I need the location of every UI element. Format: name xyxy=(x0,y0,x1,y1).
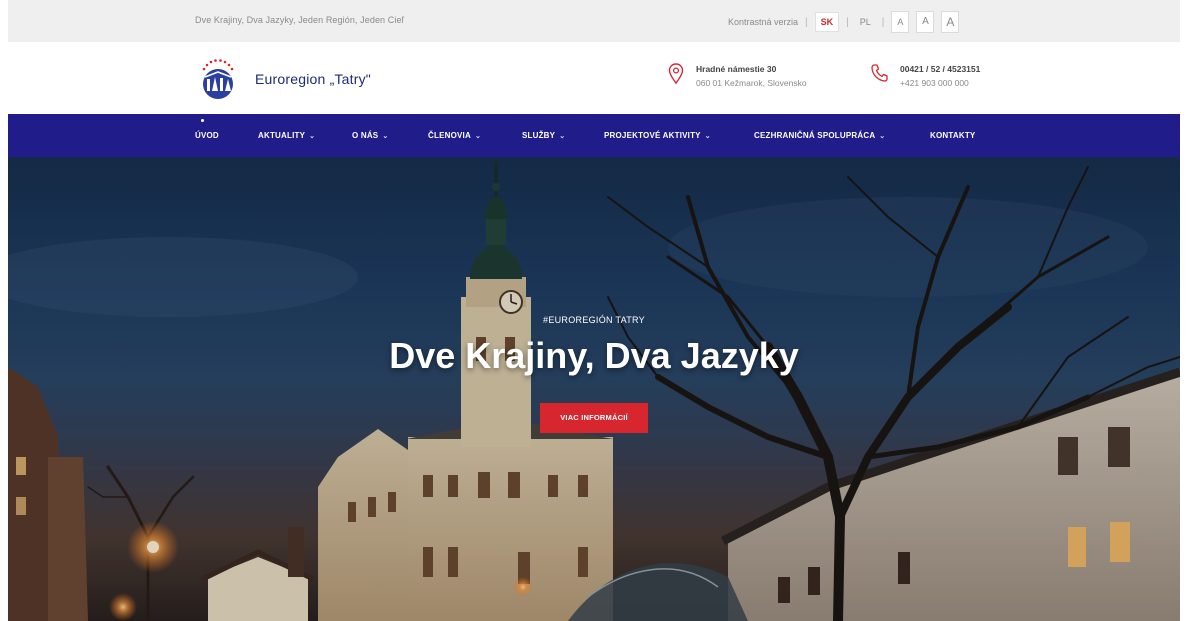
nav-item-uvod[interactable]: ÚVOD xyxy=(195,114,219,157)
nav-item-label: ÚVOD xyxy=(195,131,219,140)
nav-item-label: ČLENOVIA xyxy=(428,131,471,140)
nav-item-label: KONTAKTY xyxy=(930,131,976,140)
site-header: Euroregion „Tatry" Hradné námestie 30 06… xyxy=(8,42,1180,114)
nav-item-clenovia[interactable]: ČLENOVIA ⌄ xyxy=(428,114,481,157)
language-pl-link[interactable]: PL xyxy=(856,13,875,31)
contrast-version-link[interactable]: Kontrastná verzia xyxy=(728,17,798,27)
font-size-large-button[interactable]: A xyxy=(941,11,960,33)
hero-background-photo xyxy=(8,157,1180,621)
nav-item-label: CEZHRANIČNÁ SPOLUPRÁCA xyxy=(754,131,876,140)
font-size-medium-button[interactable]: A xyxy=(916,11,935,33)
nav-item-label: O NÁS xyxy=(352,131,379,140)
phone-secondary[interactable]: +421 903 000 000 xyxy=(900,76,980,90)
phone-block: 00421 / 52 / 4523151 +421 903 000 000 xyxy=(870,62,980,90)
nav-item-projektove-aktivity[interactable]: PROJEKTOVÉ AKTIVITY ⌄ xyxy=(604,114,711,157)
nav-item-label: SLUŽBY xyxy=(522,131,556,140)
chevron-down-icon: ⌄ xyxy=(704,133,711,140)
phone-primary[interactable]: 00421 / 52 / 4523151 xyxy=(900,62,980,76)
nav-item-o-nas[interactable]: O NÁS ⌄ xyxy=(352,114,388,157)
hero-title: Dve Krajiny, Dva Jazyky xyxy=(389,335,799,376)
hero-slider: #EUROREGIÓN TATRY Dve Krajiny, Dva Jazyk… xyxy=(8,157,1180,621)
language-sk-link[interactable]: SK xyxy=(814,12,840,32)
more-info-button[interactable]: VIAC INFORMÁCIÍ xyxy=(540,403,648,433)
chevron-down-icon: ⌄ xyxy=(559,133,566,140)
accessibility-toolbar: Kontrastná verzia | SK | PL | A A A xyxy=(728,10,960,34)
brand-name[interactable]: Euroregion „Tatry" xyxy=(255,71,371,87)
nav-item-label: PROJEKTOVÉ AKTIVITY xyxy=(604,131,701,140)
hero-kicker: #EUROREGIÓN TATRY xyxy=(543,315,645,325)
address-street: Hradné námestie 30 xyxy=(696,64,777,74)
nav-item-label: AKTUALITY xyxy=(258,131,306,140)
map-pin-icon xyxy=(668,63,684,85)
font-size-small-button[interactable]: A xyxy=(891,11,910,33)
separator: | xyxy=(805,16,808,28)
euroregion-tatry-logo[interactable] xyxy=(195,55,241,101)
chevron-down-icon: ⌄ xyxy=(382,133,389,140)
address-city: 060 01 Kežmarok, Slovensko xyxy=(696,78,807,88)
site-tagline: Dve Krajiny, Dva Jazyky, Jeden Región, J… xyxy=(195,15,405,25)
top-utility-bar: Dve Krajiny, Dva Jazyky, Jeden Región, J… xyxy=(8,0,1180,42)
nav-item-cezhranicna-spolupraca[interactable]: CEZHRANIČNÁ SPOLUPRÁCA ⌄ xyxy=(754,114,885,157)
chevron-down-icon: ⌄ xyxy=(309,133,316,140)
chevron-down-icon: ⌄ xyxy=(474,133,482,140)
nav-item-sluzby[interactable]: SLUŽBY ⌄ xyxy=(522,114,565,157)
chevron-down-icon: ⌄ xyxy=(879,133,886,140)
address-block: Hradné námestie 30 060 01 Kežmarok, Slov… xyxy=(668,62,807,90)
nav-item-aktuality[interactable]: AKTUALITY ⌄ xyxy=(258,114,315,157)
main-navigation: ÚVOD AKTUALITY ⌄ O NÁS ⌄ ČLENOVIA ⌄ SLUŽBY ⌄… xyxy=(8,114,1180,157)
phone-icon xyxy=(871,64,888,82)
separator: | xyxy=(881,16,885,28)
nav-item-kontakty[interactable]: KONTAKTY xyxy=(930,114,975,157)
separator: | xyxy=(846,16,849,28)
